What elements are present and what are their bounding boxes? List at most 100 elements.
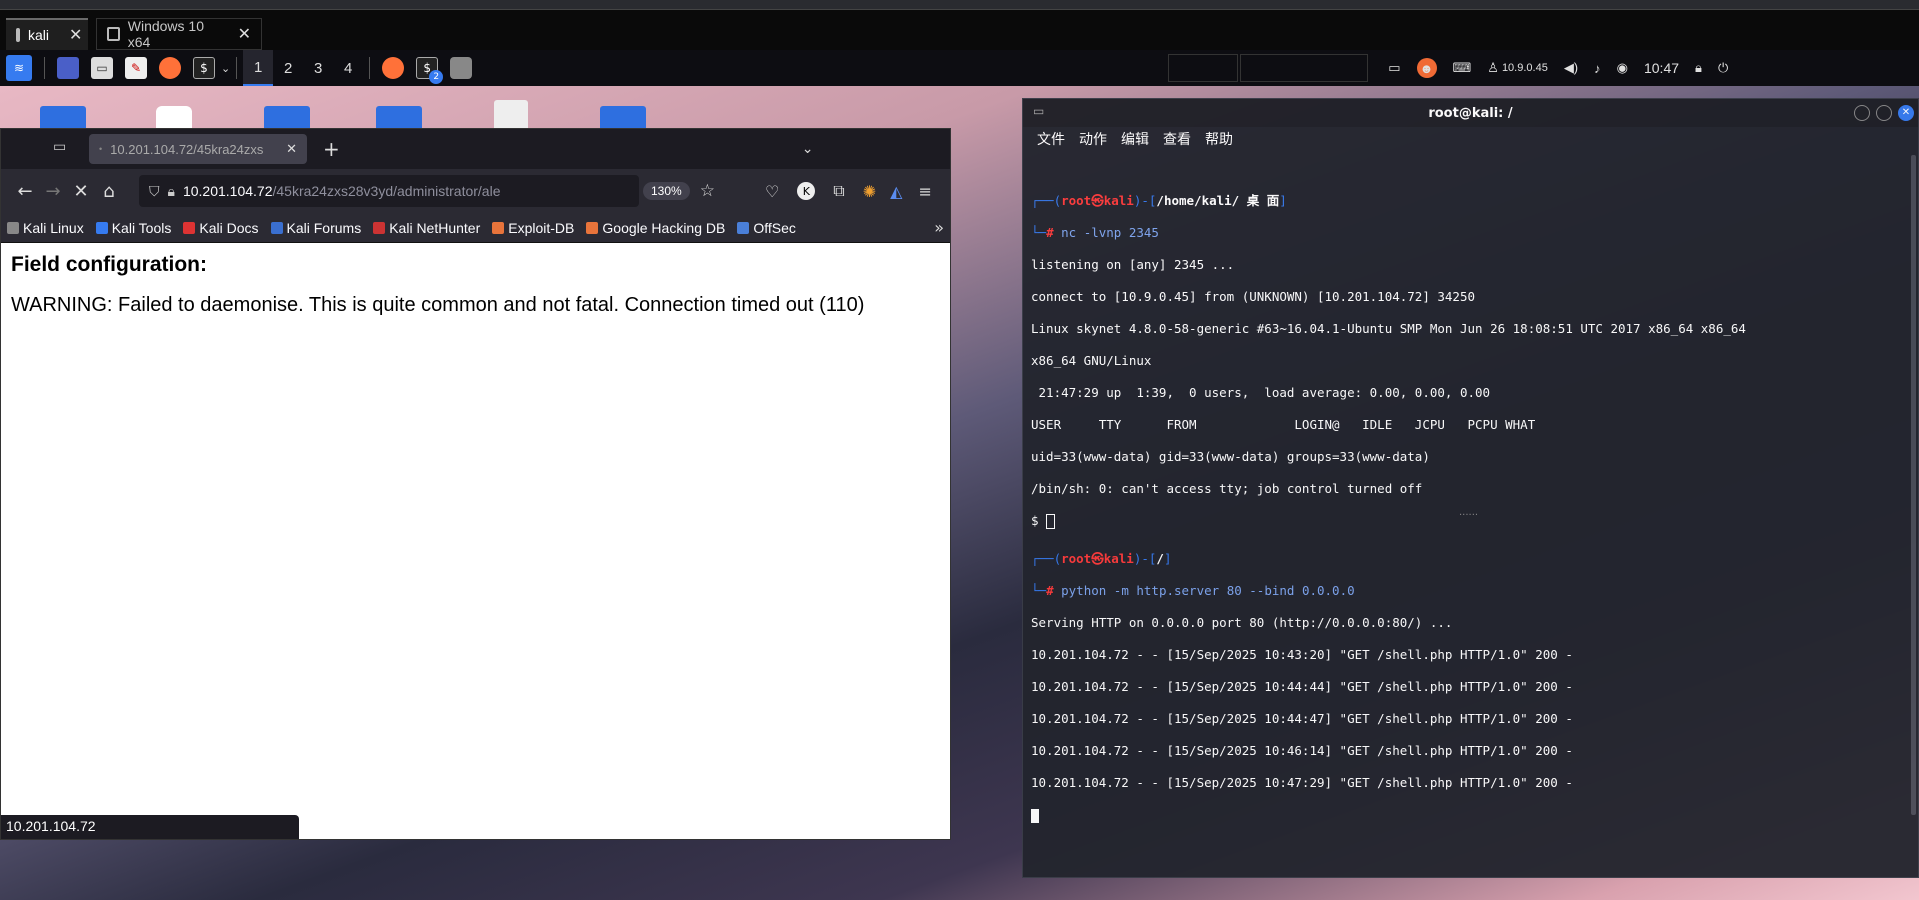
chevron-right-icon[interactable]: » [934,218,944,237]
output-line: 10.201.104.72 - - [15/Sep/2025 10:44:47]… [1031,711,1573,726]
taskbar-panel: ≋ ▭ ✎ $ ⌄ 1 2 3 4 $ 2 ▭ ☻ ⌨ ♙ 10.9.0.45 … [0,50,1919,86]
file-manager-icon[interactable]: ▭ [91,57,113,79]
terminal-pane-bottom[interactable]: ┌──(root㉿kali)-[/] └─# python -m http.se… [1031,535,1573,855]
page-heading: Field configuration: [11,253,207,276]
back-icon[interactable]: ← [11,181,39,202]
menu-actions[interactable]: 动作 [1079,129,1107,149]
cursor [1031,808,1039,823]
bookmark-kali-tools[interactable]: Kali Tools [95,219,172,236]
prompt-host: kali [1103,193,1134,208]
lock-icon[interactable]: 🔒︎ [1695,60,1702,76]
browser-tab-title: 10.201.104.72/45kra24zxs [110,141,264,157]
terminal-scrollbar[interactable] [1911,155,1916,815]
terminal-title: root@kali: / [1428,105,1513,121]
terminal-icon[interactable]: $ [193,57,215,79]
terminal-titlebar: ▭ root@kali: / ✕ [1023,99,1918,127]
close-icon[interactable]: ✕ [1898,105,1914,121]
bookmark-label: Kali Docs [199,219,259,236]
close-icon[interactable]: ✕ [238,24,251,44]
bookmark-google-hacking-db[interactable]: Google Hacking DB [586,220,725,236]
show-desktop-icon[interactable] [57,57,79,79]
forward-icon[interactable]: → [39,181,67,202]
output-line: Linux skynet 4.8.0-58-generic #63~16.04.… [1031,321,1746,336]
bookmark-kali-forums[interactable]: Kali Forums [270,219,362,236]
firefox-window-icon[interactable] [382,57,405,79]
bookmark-kali-linux[interactable]: Kali Linux [7,220,84,236]
shield-icon[interactable]: ⛉ [149,183,160,200]
navigation-bar: ← → ✕ ⌂ ⛉ 🔒︎ 10.201.104.72/45kra24zxs28v… [1,169,950,213]
home-icon[interactable]: ⌂ [95,181,123,202]
maximize-icon[interactable] [1876,105,1892,121]
foxyproxy-icon[interactable]: ✺ [863,182,876,201]
bookmark-exploit-db[interactable]: Exploit-DB [492,220,574,236]
menu-edit[interactable]: 编辑 [1121,129,1149,149]
bookmark-label: Exploit-DB [508,219,575,236]
bell-icon[interactable]: ♪ [1594,61,1601,76]
vm-tab-kali[interactable]: kali ✕ [6,18,88,50]
bookmark-label: Kali Forums [286,219,362,236]
zoom-indicator[interactable]: 130% [643,182,690,200]
clock[interactable]: 10:47 [1644,60,1679,76]
stop-icon[interactable]: ✕ [67,181,95,202]
shell-prompt: $ [1031,513,1047,528]
wappalyzer-icon[interactable]: ◭ [890,182,902,201]
chevron-down-icon[interactable]: ⌄ [802,141,814,157]
bookmark-kali-docs[interactable]: Kali Docs [183,219,259,236]
url-bar[interactable]: ⛉ 🔒︎ 10.201.104.72/45kra24zxs28v3yd/admi… [139,175,639,207]
workspace-3[interactable]: 3 [303,50,333,86]
vpn-icon[interactable]: ♙ 10.9.0.45 [1487,60,1548,76]
ip-label: 10.9.0.45 [1501,62,1548,74]
firefox-icon[interactable] [159,57,181,79]
bookmark-kali-nethunter[interactable]: Kali NetHunter [373,220,480,236]
prompt-user: root [1061,551,1092,566]
lock-icon[interactable]: 🔒︎ [168,183,175,200]
bookmark-label: Kali Tools [111,219,172,236]
menu-view[interactable]: 查看 [1163,129,1191,149]
menu-file[interactable]: 文件 [1037,129,1065,149]
vm-tab-windows[interactable]: Windows 10 x64 ✕ [96,18,262,50]
account-icon[interactable]: K [797,182,816,200]
workspace-1[interactable]: 1 [243,50,274,86]
minimize-icon[interactable] [1854,105,1870,121]
bookmarks-bar: Kali Linux Kali Tools Kali Docs Kali For… [1,213,950,243]
output-line: listening on [any] 2345 ... [1031,257,1235,272]
command-line: └─# nc -lvnp 2345 [1031,225,1159,240]
bookmark-offsec[interactable]: OffSec [737,220,796,236]
new-tab-icon[interactable]: + [323,137,340,161]
shell-prompt-line: $ [1031,513,1746,529]
bookmark-label: Google Hacking DB [602,219,726,236]
terminal-window-icon[interactable]: $ 2 [416,57,444,84]
menu-help[interactable]: 帮助 [1205,129,1233,149]
pocket-icon[interactable]: ♡ [765,182,779,201]
screen-icon[interactable]: ▭ [1388,60,1400,76]
nethunter-icon [373,221,386,234]
cursor [1046,514,1056,529]
close-icon[interactable]: ✕ [69,25,82,45]
volume-icon[interactable]: ◀) [1564,60,1578,76]
keyboard-icon[interactable]: ⌨ [1453,60,1472,76]
status-url: 10.201.104.72 [1,815,299,839]
prompt-line: ┌──(root㉿kali)-[/] [1031,551,1172,566]
kali-menu-icon[interactable]: ≋ [6,55,32,81]
extensions-icon[interactable]: ⧉ [833,181,844,201]
firefox-window: ▭ • 10.201.104.72/45kra24zxs ✕ + ⌄ ← → ✕… [0,128,951,840]
cat-icon[interactable]: ☻ [1416,58,1437,78]
vm-icon [16,28,20,42]
menu-icon[interactable]: ≡ [918,182,931,201]
workspace-2[interactable]: 2 [273,50,303,86]
close-icon[interactable]: ✕ [286,141,297,157]
workspace-4[interactable]: 4 [333,50,363,86]
app-window-icon[interactable] [450,57,473,79]
pane-divider[interactable]: ...... [1459,507,1478,518]
terminal-pane-top[interactable]: ┌──(root㉿kali)-[/home/kali/ 桌 面] └─# nc … [1031,177,1746,561]
ghdb-icon [586,221,599,234]
chevron-down-icon[interactable]: ⌄ [221,62,230,75]
browser-tab[interactable]: • 10.201.104.72/45kra24zxs ✕ [89,134,307,164]
tab-overview-icon[interactable]: ▭ [53,139,66,155]
star-icon[interactable]: ☆ [700,181,715,201]
prompt-path: /home/kali/ 桌 面 [1156,193,1280,208]
text-editor-icon[interactable]: ✎ [125,57,147,79]
power-icon[interactable]: ⏻ [1718,60,1728,76]
panel-separator [44,57,45,79]
output-line: 10.201.104.72 - - [15/Sep/2025 10:46:14]… [1031,743,1573,758]
